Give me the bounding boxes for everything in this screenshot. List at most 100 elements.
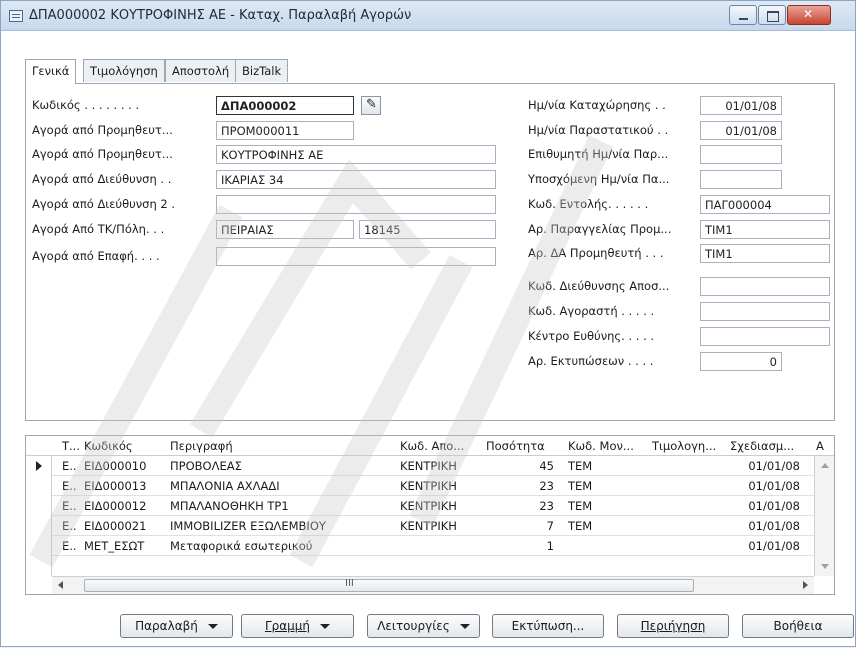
cell-planned-date[interactable]: 01/01/08 [730, 519, 800, 533]
cell-uom[interactable]: ΤΕΜ [568, 479, 648, 493]
cell-planned-date[interactable]: 01/01/08 [730, 459, 800, 473]
cell-uom[interactable]: ΤΕΜ [568, 499, 648, 513]
table-row-empty [26, 556, 814, 576]
cell-type[interactable]: Ε.. [62, 519, 84, 533]
cell-location[interactable]: ΚΕΝΤΡΙΚΗ [400, 499, 486, 513]
col-header-location[interactable]: Κωδ. Απο... [400, 439, 486, 453]
cell-quantity[interactable]: 1 [486, 539, 554, 553]
scroll-down-icon[interactable] [821, 564, 829, 569]
horizontal-scrollbar[interactable]: III [52, 576, 814, 594]
cell-uom[interactable]: ΤΕΜ [568, 459, 648, 473]
promised-date-field[interactable] [700, 170, 782, 189]
cell-description[interactable]: Μεταφορικά εσωτερικού [170, 539, 394, 553]
col-header-type[interactable]: Τ... [62, 439, 84, 453]
tab-biztalk[interactable]: BizTalk [235, 59, 289, 82]
functions-menu-button[interactable]: Λειτουργίες [367, 614, 480, 638]
purchaser-code-field[interactable] [700, 302, 830, 321]
cell-quantity[interactable]: 45 [486, 459, 554, 473]
postcode-field[interactable]: 18145 [359, 220, 496, 239]
help-button[interactable]: Βοήθεια [742, 614, 854, 638]
row-selector[interactable] [26, 476, 52, 496]
cell-type[interactable]: Ε.. [62, 479, 84, 493]
cell-type[interactable]: Ε.. [62, 539, 84, 553]
col-header-invoicing[interactable]: Τιμολογη... [652, 439, 726, 453]
order-no-field[interactable]: ΠΑΓ000004 [700, 195, 830, 214]
vendor-shipment-no-field[interactable]: ΤΙΜ1 [700, 244, 830, 263]
no-printed-field[interactable]: 0 [700, 352, 782, 371]
col-header-planned-date[interactable]: Σχεδιασμ... [730, 439, 806, 453]
cell-quantity[interactable]: 7 [486, 519, 554, 533]
table-row[interactable]: Ε.. ΕΙΔ000010 ΠΡΟΒΟΛΕΑΣ ΚΕΝΤΡΙΚΗ 45 ΤΕΜ … [26, 456, 814, 476]
cell-code[interactable]: ΕΙΔ000010 [84, 459, 168, 473]
cell-description[interactable]: ΜΠΑΛΑΝΟΘΗΚΗ ΤΡ1 [170, 499, 394, 513]
table-row[interactable]: Ε.. ΕΙΔ000012 ΜΠΑΛΑΝΟΘΗΚΗ ΤΡ1 ΚΕΝΤΡΙΚΗ 2… [26, 496, 814, 516]
line-menu-button[interactable]: Γραμμή [241, 614, 354, 638]
cell-description[interactable]: ΠΡΟΒΟΛΕΑΣ [170, 459, 394, 473]
scroll-up-icon[interactable] [821, 463, 829, 468]
vertical-scrollbar[interactable] [814, 456, 834, 576]
cell-planned-date[interactable]: 01/01/08 [730, 499, 800, 513]
ship-to-code-field[interactable] [700, 277, 830, 296]
city-field[interactable]: ΠΕΙΡΑΙΑΣ [216, 220, 354, 239]
row-selector-current[interactable] [26, 456, 52, 476]
navigate-button[interactable]: Περιήγηση [617, 614, 729, 638]
cell-location[interactable]: ΚΕΝΤΡΙΚΗ [400, 519, 486, 533]
cell-quantity[interactable]: 23 [486, 499, 554, 513]
vendor-no-field[interactable]: ΠΡΟΜ000011 [216, 121, 354, 140]
scroll-right-icon[interactable] [803, 581, 808, 589]
cell-code[interactable]: ΜΕΤ_ΕΣΩΤ [84, 539, 168, 553]
field-label-vendor-name: Αγορά από Προμηθευτ... [32, 147, 173, 161]
col-header-code[interactable]: Κωδικός [84, 439, 164, 453]
horizontal-scroll-thumb[interactable]: III [84, 578, 694, 592]
cell-code[interactable]: ΕΙΔ000021 [84, 519, 168, 533]
vendor-order-no-field[interactable]: ΤΙΜ1 [700, 220, 830, 239]
chevron-down-icon [207, 624, 218, 629]
assist-edit-button[interactable]: ✎ [361, 96, 381, 115]
vendor-name-field[interactable]: ΚΟΥΤΡΟΦΙΝΗΣ ΑΕ [216, 145, 496, 164]
field-label-postcode-city: Αγορά Από ΤΚ/Πόλη. . . [32, 222, 165, 236]
tab-shipping[interactable]: Αποστολή [165, 59, 237, 82]
scroll-left-icon[interactable] [58, 581, 63, 589]
responsibility-center-field[interactable] [700, 327, 830, 346]
field-label-vendor-order-no: Αρ. Παραγγελίας Προμ... [528, 222, 672, 236]
col-header-quantity[interactable]: Ποσότητα [486, 439, 566, 453]
maximize-button[interactable] [758, 5, 786, 25]
cell-type[interactable]: Ε.. [62, 499, 84, 513]
address-field[interactable]: ΙΚΑΡΙΑΣ 34 [216, 170, 496, 189]
posting-date-field[interactable]: 01/01/08 [700, 96, 782, 115]
minimize-button[interactable] [729, 5, 757, 25]
cell-description[interactable]: IMMOBILIZER ΕΞΩΛΕΜΒΙΟΥ [170, 519, 394, 533]
receive-menu-button[interactable]: Παραλαβή [120, 614, 233, 638]
col-header-more[interactable]: Α [816, 439, 830, 453]
table-row[interactable]: Ε.. ΕΙΔ000013 ΜΠΑΛΟΝΙΑ ΑΧΛΑΔΙ ΚΕΝΤΡΙΚΗ 2… [26, 476, 814, 496]
row-selector[interactable] [26, 536, 52, 556]
close-button[interactable] [787, 5, 831, 25]
row-selector[interactable] [26, 496, 52, 516]
cell-code[interactable]: ΕΙΔ000012 [84, 499, 168, 513]
cell-location[interactable]: ΚΕΝΤΡΙΚΗ [400, 479, 486, 493]
code-field[interactable]: ΔΠΑ000002 [216, 96, 354, 115]
field-label-contact: Αγορά από Επαφή. . . . [32, 249, 160, 263]
print-button[interactable]: Εκτύπωση... [492, 614, 604, 638]
cell-type[interactable]: Ε.. [62, 459, 84, 473]
table-row[interactable]: Ε.. ΕΙΔ000021 IMMOBILIZER ΕΞΩΛΕΜΒΙΟΥ ΚΕΝ… [26, 516, 814, 536]
document-date-field[interactable]: 01/01/08 [700, 121, 782, 140]
cell-planned-date[interactable]: 01/01/08 [730, 479, 800, 493]
cell-description[interactable]: ΜΠΑΛΟΝΙΑ ΑΧΛΑΔΙ [170, 479, 394, 493]
col-header-uom[interactable]: Κωδ. Μον... [568, 439, 650, 453]
requested-date-field[interactable] [700, 145, 782, 164]
cell-quantity[interactable]: 23 [486, 479, 554, 493]
table-row[interactable]: Ε.. ΜΕΤ_ΕΣΩΤ Μεταφορικά εσωτερικού 1 01/… [26, 536, 814, 556]
cell-uom[interactable]: ΤΕΜ [568, 519, 648, 533]
address-2-field[interactable] [216, 195, 496, 214]
row-selector[interactable] [26, 556, 52, 576]
cell-location[interactable]: ΚΕΝΤΡΙΚΗ [400, 459, 486, 473]
title-bar[interactable]: ΔΠΑ000002 ΚΟΥΤΡΟΦΙΝΗΣ ΑΕ - Καταχ. Παραλα… [1, 1, 855, 31]
contact-field[interactable] [216, 247, 496, 266]
col-header-description[interactable]: Περιγραφή [170, 439, 394, 453]
row-selector[interactable] [26, 516, 52, 536]
cell-planned-date[interactable]: 01/01/08 [730, 539, 800, 553]
tab-invoicing[interactable]: Τιμολόγηση [83, 59, 165, 82]
cell-code[interactable]: ΕΙΔ000013 [84, 479, 168, 493]
tab-general[interactable]: Γενικά [25, 59, 77, 84]
